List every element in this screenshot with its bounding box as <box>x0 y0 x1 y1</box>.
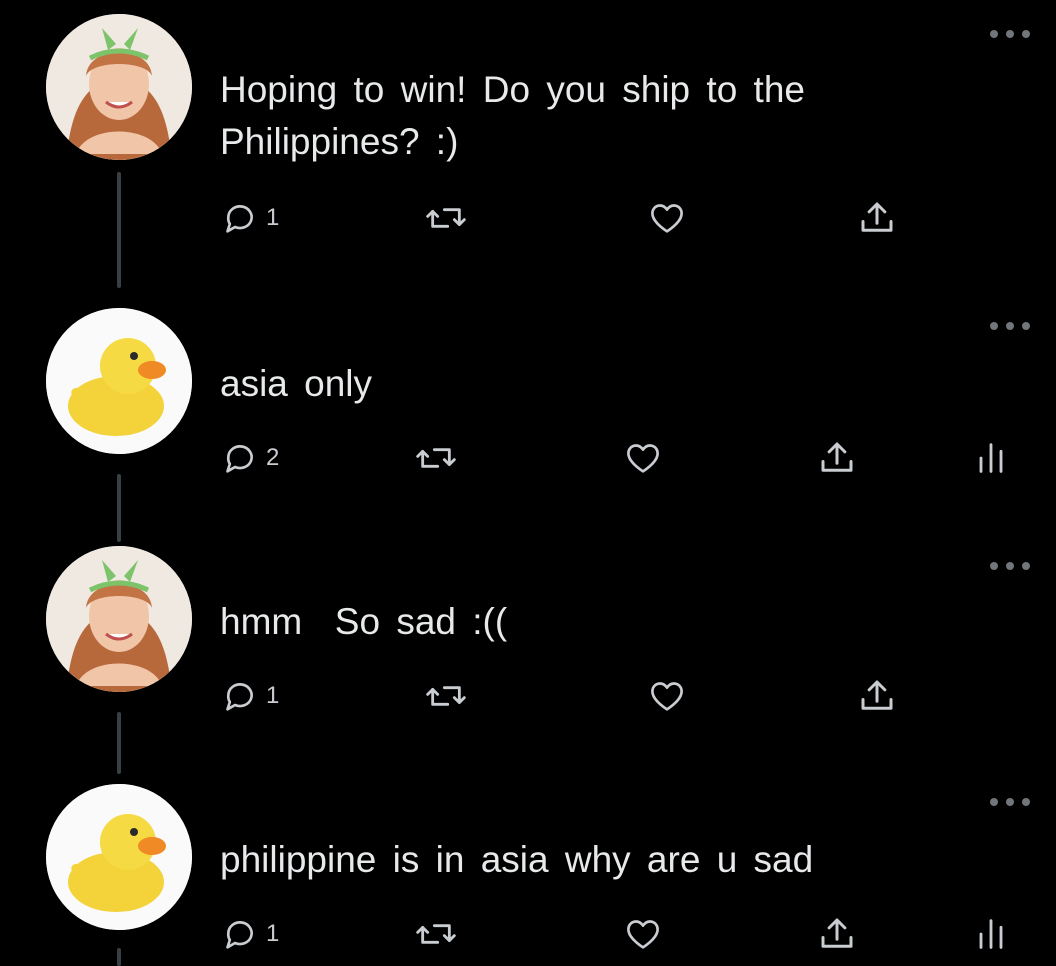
heart-icon <box>651 682 683 711</box>
tweet-actions: 2 <box>220 436 1020 480</box>
reply-icon <box>226 921 253 949</box>
reply-button[interactable]: 2 <box>220 436 279 480</box>
tweet-actions: 1 <box>220 674 1020 718</box>
reply-icon <box>226 683 253 711</box>
girl-with-headband-avatar-icon <box>46 14 192 160</box>
reply-count: 1 <box>266 204 280 231</box>
thread-connector <box>117 474 121 542</box>
retweet-icon <box>416 448 456 468</box>
girl-avatar[interactable] <box>46 14 192 160</box>
retweet-button[interactable] <box>424 196 468 240</box>
like-button[interactable] <box>646 196 688 240</box>
tweet-text: philippine is in asia why are u sad <box>220 839 814 880</box>
share-button[interactable] <box>816 436 858 480</box>
rubber-duck-avatar-icon <box>46 308 192 454</box>
share-button[interactable] <box>856 196 898 240</box>
like-button[interactable] <box>622 436 664 480</box>
duck-avatar[interactable] <box>46 308 192 454</box>
reply-button[interactable]: 1 <box>220 674 279 718</box>
thread-connector <box>117 172 121 288</box>
reply-icon <box>226 205 253 233</box>
girl-avatar[interactable] <box>46 546 192 692</box>
share-button[interactable] <box>816 912 858 956</box>
more-icon[interactable] <box>990 560 1030 572</box>
tweet-text: hmm So sad :(( <box>220 601 508 642</box>
retweet-button[interactable] <box>414 912 458 956</box>
like-button[interactable] <box>646 674 688 718</box>
tweet-actions: 1 <box>220 196 1020 240</box>
retweet-icon <box>426 686 466 706</box>
tweet-text: Hoping to win! Do you ship to the Philip… <box>220 69 805 162</box>
tweet-actions: 1 <box>220 912 1020 956</box>
analytics-icon <box>979 443 1003 473</box>
heart-icon <box>651 204 683 233</box>
retweet-button[interactable] <box>424 674 468 718</box>
reply-count: 2 <box>266 444 280 471</box>
analytics-icon <box>979 919 1003 949</box>
reply-count: 1 <box>266 682 280 709</box>
more-icon[interactable] <box>990 320 1030 332</box>
analytics-button[interactable] <box>976 912 1006 956</box>
reply-thread: Hoping to win! Do you ship to the Philip… <box>0 0 1056 966</box>
reply-button[interactable]: 1 <box>220 196 279 240</box>
heart-icon <box>627 444 659 473</box>
analytics-button[interactable] <box>976 436 1006 480</box>
share-icon <box>861 202 893 232</box>
retweet-icon <box>416 924 456 944</box>
retweet-button[interactable] <box>414 436 458 480</box>
reply-count: 1 <box>266 920 280 947</box>
duck-avatar[interactable] <box>46 784 192 930</box>
more-icon[interactable] <box>990 796 1030 808</box>
girl-with-headband-avatar-icon <box>46 546 192 692</box>
retweet-icon <box>426 208 466 228</box>
share-icon <box>861 680 893 710</box>
reply-button[interactable]: 1 <box>220 912 279 956</box>
reply-icon <box>226 445 253 473</box>
like-button[interactable] <box>622 912 664 956</box>
tweet-text: asia only <box>220 363 373 404</box>
share-icon <box>821 918 853 948</box>
more-icon[interactable] <box>990 28 1030 40</box>
thread-connector <box>117 948 121 966</box>
heart-icon <box>627 920 659 949</box>
thread-connector <box>117 712 121 774</box>
share-button[interactable] <box>856 674 898 718</box>
rubber-duck-avatar-icon <box>46 784 192 930</box>
share-icon <box>821 442 853 472</box>
